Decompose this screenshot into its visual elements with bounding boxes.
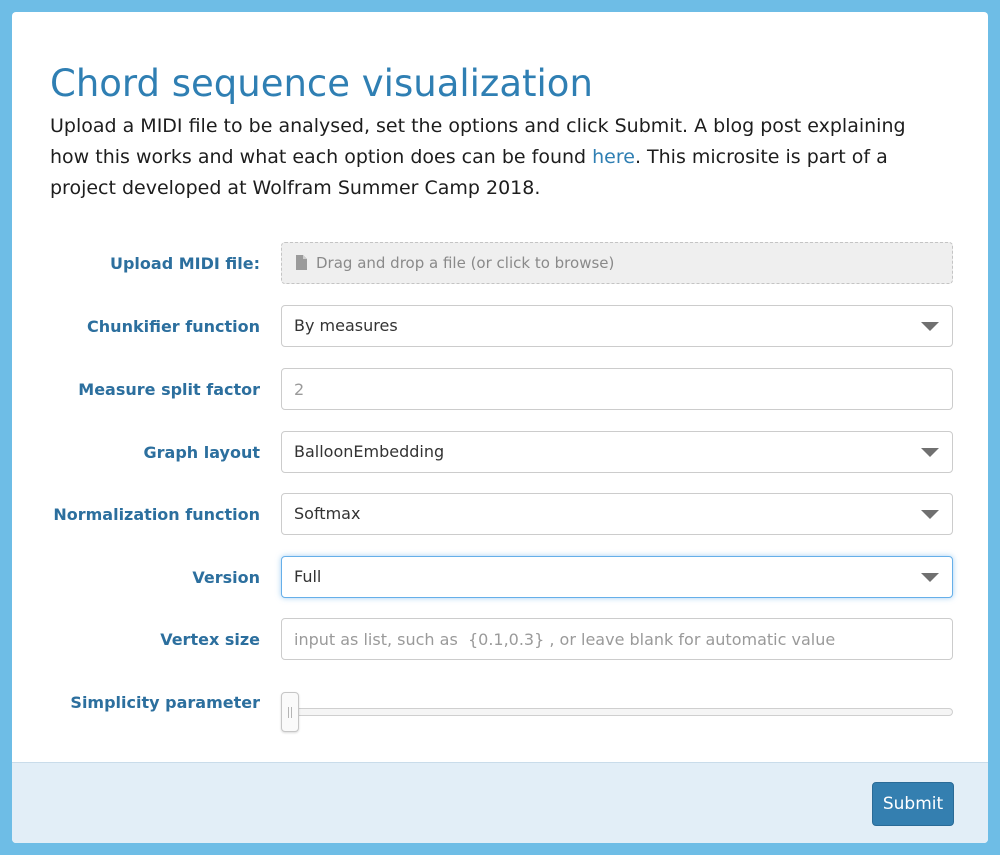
file-drop-zone[interactable]: Drag and drop a file (or click to browse… — [281, 242, 953, 284]
page-title: Chord sequence visualization — [50, 62, 593, 105]
version-row: Version Full — [12, 556, 988, 600]
intro-text: Upload a MIDI file to be analysed, set t… — [50, 111, 950, 204]
simplicity-label: Simplicity parameter — [70, 693, 260, 712]
chunkifier-value: By measures — [294, 316, 398, 335]
normalization-row: Normalization function Softmax — [12, 493, 988, 537]
simplicity-row: Simplicity parameter — [12, 681, 988, 725]
chevron-down-icon — [921, 322, 939, 331]
blog-post-link[interactable]: here — [592, 146, 635, 168]
form-footer: Submit — [12, 762, 988, 843]
chevron-down-icon — [921, 573, 939, 582]
graph-layout-select[interactable]: BalloonEmbedding — [281, 431, 953, 473]
upload-row: Upload MIDI file: Drag and drop a file (… — [12, 242, 988, 286]
simplicity-slider-track[interactable] — [281, 708, 953, 716]
file-drop-placeholder: Drag and drop a file (or click to browse… — [316, 254, 615, 272]
vertex-size-label: Vertex size — [160, 630, 260, 649]
chunkifier-label: Chunkifier function — [87, 317, 260, 336]
measure-split-row: Measure split factor — [12, 368, 988, 412]
chevron-down-icon — [921, 448, 939, 457]
version-label: Version — [192, 568, 260, 587]
normalization-value: Softmax — [294, 504, 361, 523]
measure-split-input[interactable] — [281, 368, 953, 410]
chunkifier-select[interactable]: By measures — [281, 305, 953, 347]
measure-split-label: Measure split factor — [78, 380, 260, 399]
version-select[interactable]: Full — [281, 556, 953, 598]
graph-layout-value: BalloonEmbedding — [294, 442, 445, 461]
graph-layout-row: Graph layout BalloonEmbedding — [12, 431, 988, 475]
graph-layout-label: Graph layout — [143, 443, 260, 462]
version-value: Full — [294, 567, 322, 586]
vertex-size-input[interactable] — [281, 618, 953, 660]
vertex-size-row: Vertex size — [12, 618, 988, 662]
normalization-label: Normalization function — [53, 505, 260, 524]
upload-label: Upload MIDI file: — [109, 254, 260, 273]
chevron-down-icon — [921, 510, 939, 519]
file-icon — [296, 255, 307, 270]
simplicity-slider-handle[interactable] — [281, 692, 299, 732]
normalization-select[interactable]: Softmax — [281, 493, 953, 535]
submit-button[interactable]: Submit — [872, 782, 954, 826]
form-card: Chord sequence visualization Upload a MI… — [12, 12, 988, 843]
chunkifier-row: Chunkifier function By measures — [12, 305, 988, 349]
